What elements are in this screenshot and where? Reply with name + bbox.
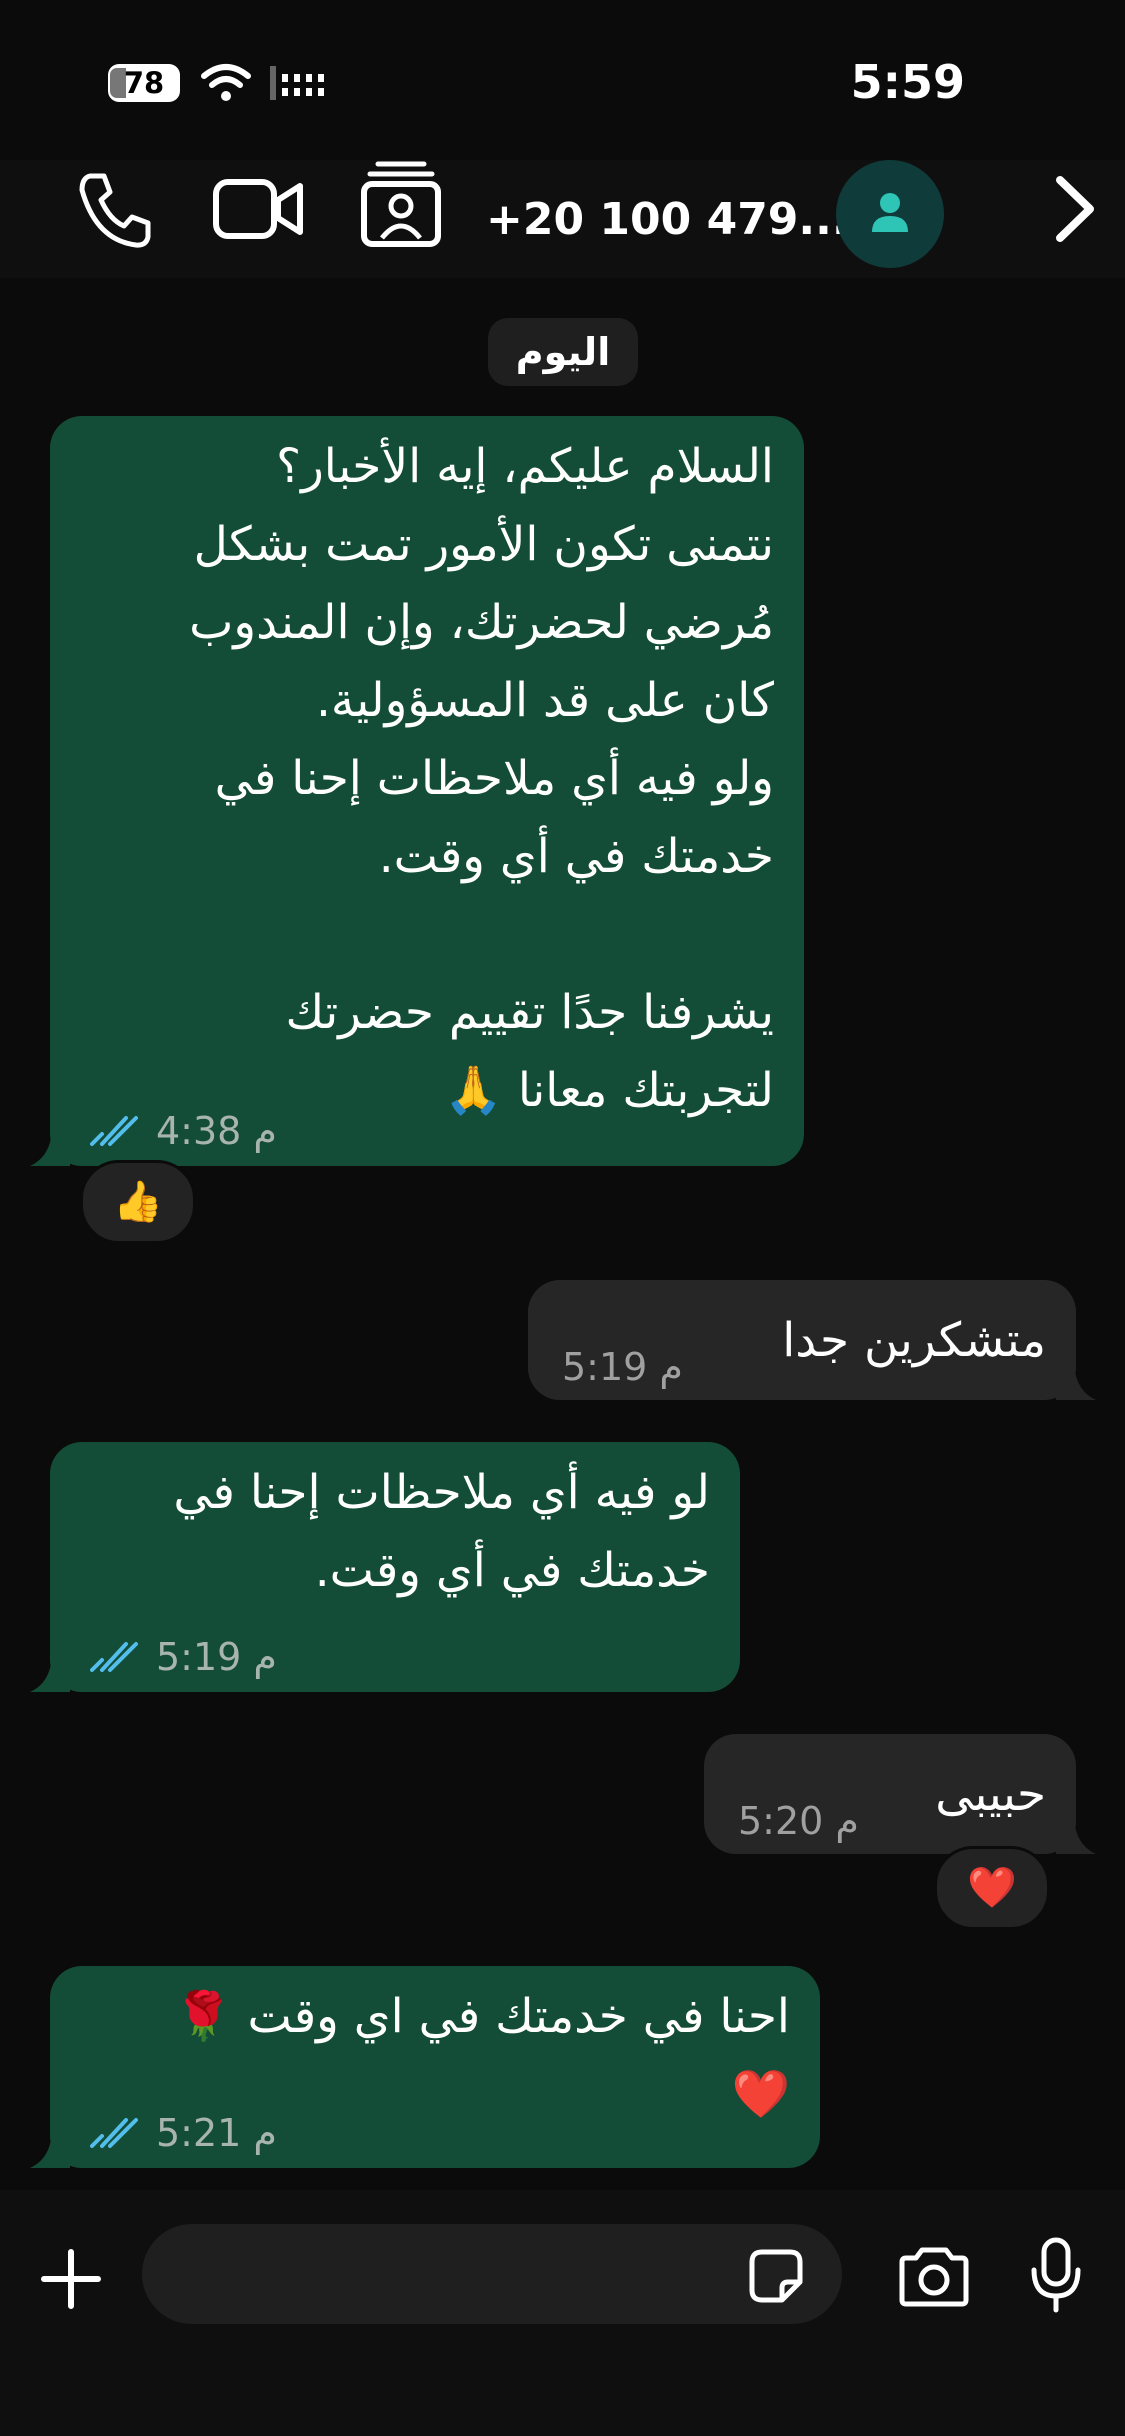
bubble-tail — [30, 1652, 70, 1692]
sticker-icon[interactable] — [748, 2248, 804, 2304]
message-bubble-outgoing[interactable]: لو فيه أي ملاحظات إحنا في خدمتك في أي وق… — [30, 1442, 740, 1692]
message-text: متشكرين جدا — [782, 1313, 1046, 1368]
message-text: السلام عليكم، إيه الأخبار؟ نتمنى تكون ال… — [189, 439, 774, 1118]
message-time: 5:20 م — [738, 1799, 859, 1843]
message-time: 5:21 م — [156, 2111, 277, 2155]
chat-header: +20 100 479... — [0, 160, 1125, 278]
phone-icon[interactable] — [76, 170, 154, 250]
message-input[interactable] — [142, 2224, 842, 2324]
contact-name[interactable]: +20 100 479... — [486, 180, 849, 260]
signal-icon — [270, 66, 324, 100]
battery-level: 78 — [123, 66, 165, 100]
contact-card-icon[interactable] — [360, 160, 442, 250]
avatar[interactable] — [836, 160, 944, 268]
bubble-tail — [30, 2128, 70, 2168]
status-time: 5:59 — [850, 55, 965, 109]
message-meta: 4:38 م — [90, 1108, 277, 1154]
message-bubble-outgoing[interactable]: السلام عليكم، إيه الأخبار؟ نتمنى تكون ال… — [30, 416, 804, 1166]
bubble-tail — [1056, 1814, 1096, 1854]
camera-icon[interactable] — [896, 2246, 972, 2308]
message-time: 5:19 م — [156, 1635, 277, 1679]
wifi-icon — [201, 64, 251, 101]
back-chevron-icon[interactable] — [1052, 174, 1098, 244]
bubble-tail — [1056, 1360, 1096, 1400]
read-receipt-icon — [90, 1116, 138, 1146]
status-bar: 78 5:59 — [0, 0, 1125, 160]
read-receipt-icon — [90, 2118, 138, 2148]
message-time: 5:19 م — [562, 1345, 683, 1389]
message-meta: 5:21 م — [90, 2110, 277, 2156]
message-text: لو فيه أي ملاحظات إحنا في خدمتك في أي وق… — [173, 1465, 710, 1598]
read-receipt-icon — [90, 1642, 138, 1672]
message-meta: 5:19 م — [562, 1344, 683, 1390]
composer-bar — [0, 2190, 1125, 2436]
message-meta: 5:20 م — [738, 1798, 859, 1844]
message-text: حبيبى — [935, 1767, 1046, 1822]
message-bubble-incoming[interactable]: متشكرين جدا 5:19 م — [528, 1280, 1096, 1400]
message-reaction[interactable]: ❤️ — [934, 1846, 1050, 1930]
video-call-icon[interactable] — [212, 176, 306, 242]
bubble-tail — [30, 1126, 70, 1166]
message-meta: 5:19 م — [90, 1634, 277, 1680]
date-separator: اليوم — [488, 318, 638, 386]
microphone-icon[interactable] — [1030, 2236, 1082, 2316]
message-time: 4:38 م — [156, 1109, 277, 1153]
message-reaction[interactable]: 👍 — [80, 1160, 196, 1244]
battery-icon: 78 — [108, 64, 180, 102]
plus-icon[interactable] — [40, 2248, 102, 2310]
message-bubble-incoming[interactable]: حبيبى 5:20 م — [704, 1734, 1096, 1854]
message-bubble-outgoing[interactable]: احنا في خدمتك في اي وقت 🌹 ❤️ 5:21 م — [30, 1966, 820, 2168]
avatar-icon — [872, 193, 908, 232]
